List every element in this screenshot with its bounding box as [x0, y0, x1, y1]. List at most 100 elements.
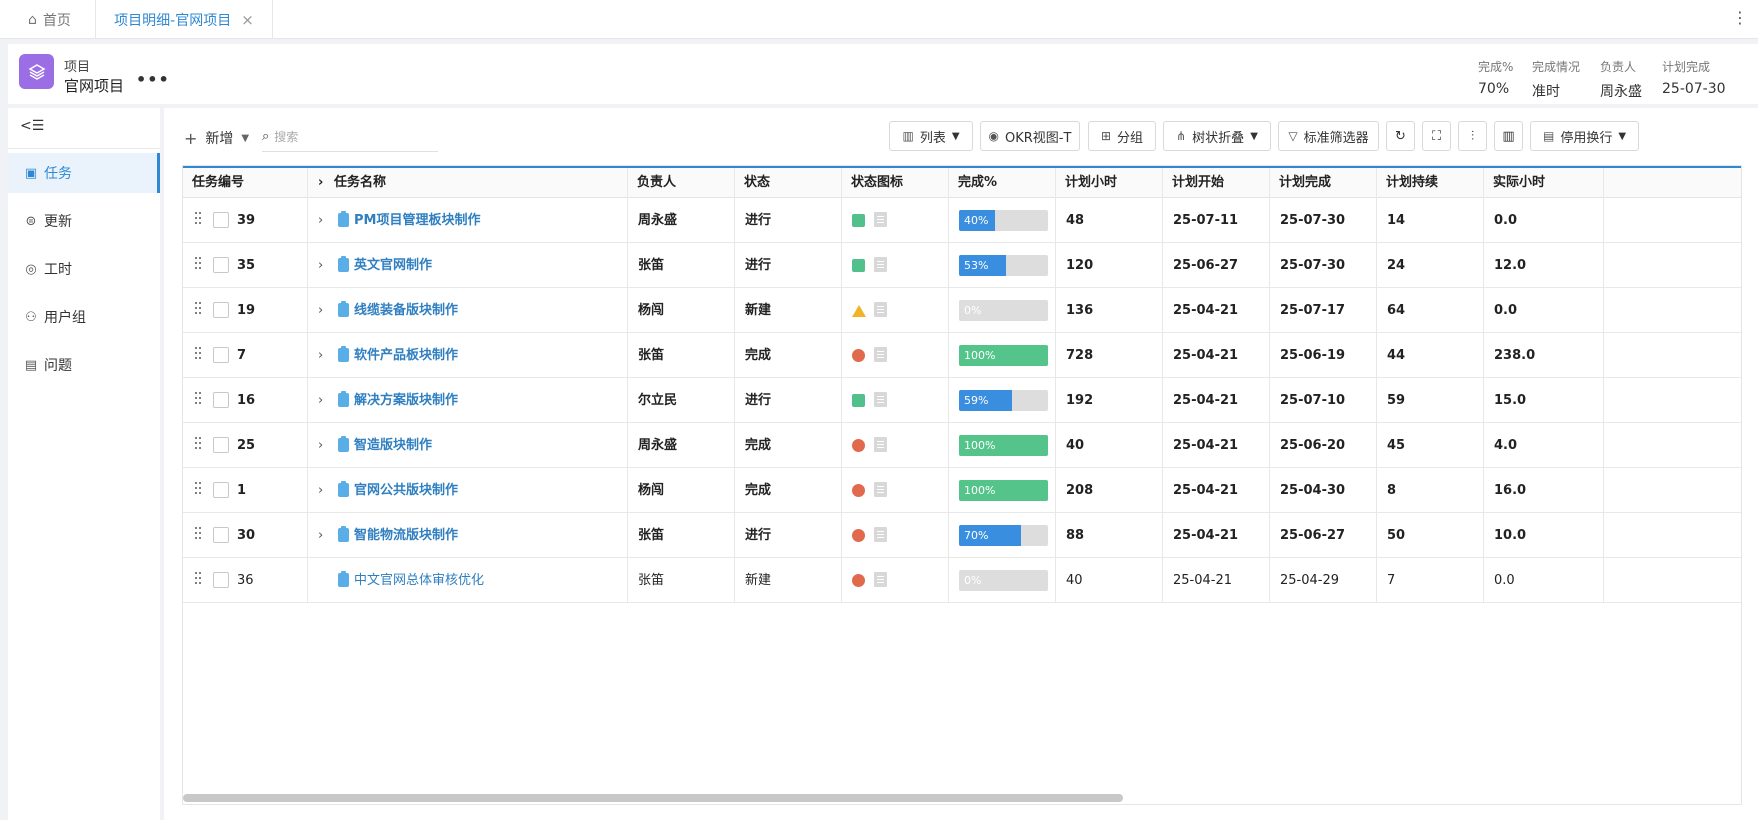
chevron-right-icon[interactable]: › [318, 513, 323, 558]
chevron-right-icon[interactable]: › [318, 468, 323, 513]
sidebar-item-updates[interactable]: ⊜ 更新 [8, 201, 160, 241]
task-name-link[interactable]: 解决方案版块制作 [354, 378, 458, 423]
row-checkbox[interactable] [213, 212, 229, 228]
row-checkbox[interactable] [213, 347, 229, 363]
list-view-button[interactable]: ▥ 列表 ▼ [889, 121, 973, 151]
table-row[interactable]: 30 › 智能物流版块制作 张笛 进行 70% 88 25-04-21 25-06-27 50 10… [183, 513, 1741, 558]
document-icon[interactable] [874, 572, 887, 587]
chevron-right-icon[interactable]: › [318, 333, 323, 378]
task-name-link[interactable]: PM项目管理板块制作 [354, 198, 480, 243]
standard-filter-button[interactable]: ▽ 标准筛选器 [1278, 121, 1379, 151]
document-icon[interactable] [874, 392, 887, 407]
row-checkbox[interactable] [213, 257, 229, 273]
column-header[interactable]: 完成% [949, 168, 1056, 198]
add-button[interactable]: + 新增 ▼ [184, 128, 249, 148]
task-name-link[interactable]: 智造版块制作 [354, 423, 432, 468]
table-row[interactable]: 1 › 官网公共版块制作 杨闯 完成 100% 208 25-04-21 25-04-30 8 16… [183, 468, 1741, 513]
drag-handle-icon[interactable] [195, 572, 203, 588]
collapse-sidebar-icon[interactable]: <☰ [20, 118, 44, 134]
sidebar-item-tasks[interactable]: ▣ 任务 [8, 153, 160, 193]
drag-handle-icon[interactable] [195, 392, 203, 408]
column-header[interactable]: 计划开始 [1163, 168, 1270, 198]
column-header[interactable]: 任务编号 [183, 168, 308, 198]
progress-bar: 100% [959, 435, 1048, 456]
drag-handle-icon[interactable] [195, 257, 203, 273]
document-icon[interactable] [874, 527, 887, 542]
column-header[interactable]: 计划小时 [1056, 168, 1163, 198]
column-header[interactable]: › 任务名称 [308, 168, 628, 198]
document-icon[interactable] [874, 347, 887, 362]
cell-progress: 70% [949, 513, 1056, 558]
row-checkbox[interactable] [213, 482, 229, 498]
drag-handle-icon[interactable] [195, 482, 203, 498]
chevron-down-icon[interactable]: ▼ [241, 133, 249, 144]
tab-home[interactable]: ⌂ 首页 [0, 0, 96, 39]
refresh-button[interactable]: ↻ [1386, 121, 1415, 151]
chevron-right-icon[interactable]: › [318, 288, 323, 333]
row-checkbox[interactable] [213, 437, 229, 453]
group-button[interactable]: ⊞ 分组 [1088, 121, 1156, 151]
tree-fold-button[interactable]: ⋔ 树状折叠 ▼ [1163, 121, 1271, 151]
column-header[interactable]: 实际小时 [1484, 168, 1604, 198]
search-input[interactable] [274, 129, 415, 144]
more-icon[interactable]: ••• [136, 70, 170, 89]
column-header[interactable]: 计划持续 [1377, 168, 1484, 198]
task-name-link[interactable]: 中文官网总体审核优化 [354, 558, 484, 603]
task-name-link[interactable]: 英文官网制作 [354, 243, 432, 288]
task-name-link[interactable]: 智能物流版块制作 [354, 513, 458, 558]
task-name-link[interactable]: 官网公共版块制作 [354, 468, 458, 513]
table-row[interactable]: 16 › 解决方案版块制作 尔立民 进行 59% 192 25-04-21 25-07-10 59… [183, 378, 1741, 423]
tab-project-detail[interactable]: 项目明细-官网项目 × [96, 0, 273, 39]
drag-handle-icon[interactable] [195, 347, 203, 363]
row-checkbox[interactable] [213, 392, 229, 408]
table-row[interactable]: 35 › 英文官网制作 张笛 进行 53% 120 25-06-27 25-07-30 24 12.… [183, 243, 1741, 288]
more-vertical-icon[interactable]: ⋮ [1732, 10, 1748, 26]
progress-bar: 53% [959, 255, 1048, 276]
column-header[interactable]: 计划完成 [1270, 168, 1377, 198]
table-row[interactable]: 39 › PM项目管理板块制作 周永盛 进行 40% 48 25-07-11 25-07-30 1… [183, 198, 1741, 243]
cell-task-id: 35 [183, 243, 308, 288]
drag-handle-icon[interactable] [195, 212, 203, 228]
task-name-link[interactable]: 线缆装备版块制作 [354, 288, 458, 333]
disable-wrap-button[interactable]: ▤ 停用换行 ▼ [1530, 121, 1639, 151]
document-icon[interactable] [874, 482, 887, 497]
document-icon[interactable] [874, 302, 887, 317]
row-checkbox[interactable] [213, 572, 229, 588]
document-icon[interactable] [874, 212, 887, 227]
cell-task-name: › 智造版块制作 [308, 423, 628, 468]
row-checkbox[interactable] [213, 302, 229, 318]
column-header[interactable]: 负责人 [628, 168, 735, 198]
close-icon[interactable]: × [241, 11, 254, 29]
fullscreen-button[interactable]: ⛶ [1422, 121, 1451, 151]
table-row[interactable]: 36 中文官网总体审核优化 张笛 新建 0% 40 25-04-21 25-04-29 7 0.0 [183, 558, 1741, 603]
row-checkbox[interactable] [213, 527, 229, 543]
adjust-button[interactable]: ⫶ [1458, 121, 1487, 151]
drag-handle-icon[interactable] [195, 527, 203, 543]
drag-handle-icon[interactable] [195, 437, 203, 453]
cell-owner: 周永盛 [628, 423, 735, 468]
chevron-right-icon[interactable]: › [318, 378, 323, 423]
column-header[interactable]: 状态 [735, 168, 842, 198]
sidebar-item-timesheet[interactable]: ◎ 工时 [8, 249, 160, 289]
cell-task-id: 16 [183, 378, 308, 423]
chevron-right-icon[interactable]: › [318, 423, 323, 468]
table-row[interactable]: 19 › 线缆装备版块制作 杨闯 新建 0% 136 25-04-21 25-07-17 64 0.… [183, 288, 1741, 333]
document-icon[interactable] [874, 437, 887, 452]
okr-view-button[interactable]: ◉ OKR视图-T [980, 121, 1080, 151]
column-header[interactable]: 状态图标 [842, 168, 949, 198]
chevron-right-icon[interactable]: › [318, 243, 323, 288]
clipboard-icon [338, 211, 349, 227]
sidebar-item-user-groups[interactable]: ⚇ 用户组 [8, 297, 160, 337]
sidebar-item-issues[interactable]: ▤ 问题 [8, 345, 160, 385]
progress-bar: 0% [959, 300, 1048, 321]
expand-all-icon[interactable]: › [318, 168, 323, 198]
chevron-right-icon[interactable]: › [318, 198, 323, 243]
cell-owner: 张笛 [628, 333, 735, 378]
columns-button[interactable]: ▥ [1494, 121, 1523, 151]
document-icon[interactable] [874, 257, 887, 272]
horizontal-scrollbar[interactable] [183, 794, 1123, 802]
table-row[interactable]: 7 › 软件产品板块制作 张笛 完成 100% 728 25-04-21 25-06-19 44 2… [183, 333, 1741, 378]
task-name-link[interactable]: 软件产品板块制作 [354, 333, 458, 378]
drag-handle-icon[interactable] [195, 302, 203, 318]
table-row[interactable]: 25 › 智造版块制作 周永盛 完成 100% 40 25-04-21 25-06-20 45 4.… [183, 423, 1741, 468]
